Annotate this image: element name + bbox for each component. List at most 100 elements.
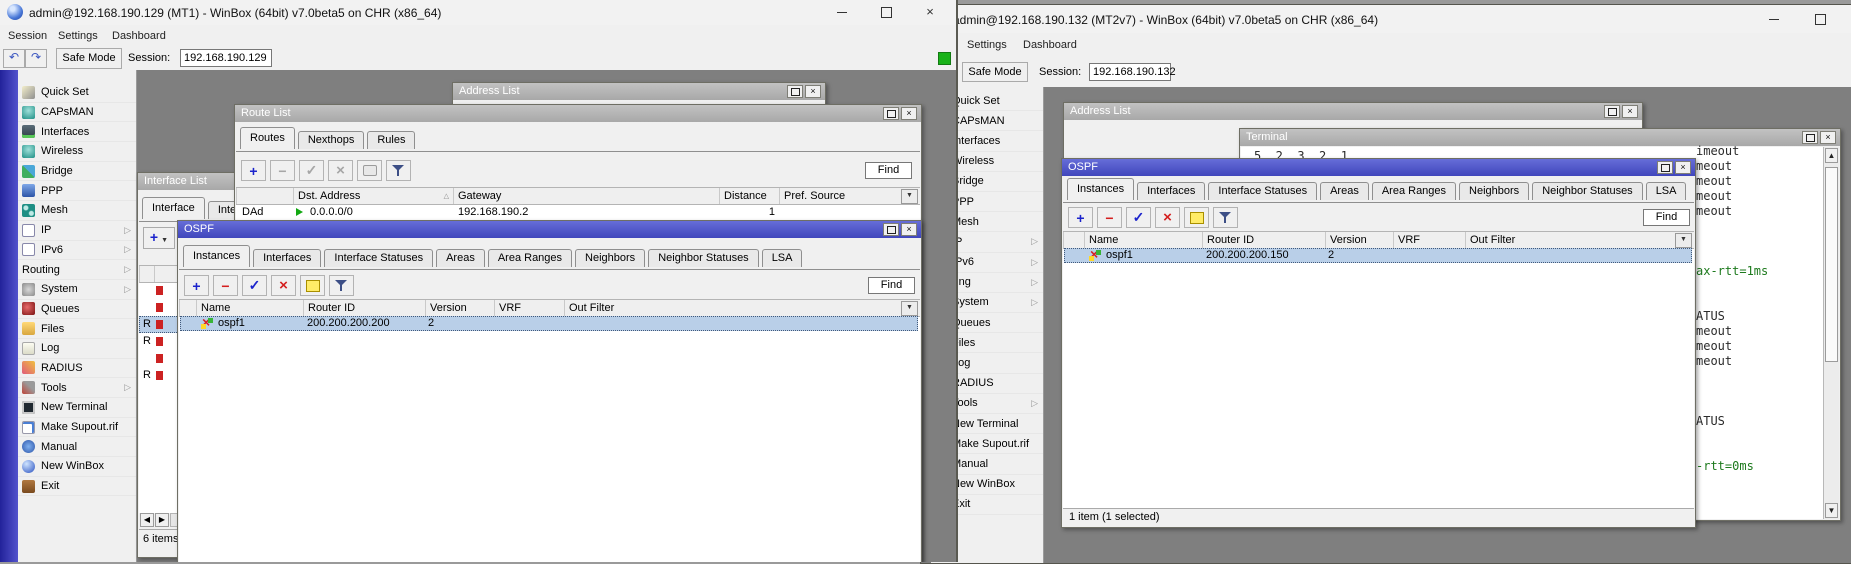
enable-button[interactable]: ✓	[242, 275, 267, 296]
disable-button[interactable]: ×	[1155, 207, 1180, 228]
column-version[interactable]: Version	[425, 300, 494, 316]
sidebar-item[interactable]: Bridge ▷	[18, 162, 136, 182]
window-titlebar[interactable]: Address List	[1064, 103, 1642, 120]
sidebar-item[interactable]: Quick Set ▷	[18, 83, 136, 103]
ospf-tab[interactable]: Interface Statuses	[1208, 182, 1318, 200]
column-flags[interactable]	[1063, 232, 1084, 248]
window-titlebar[interactable]: OSPF	[178, 221, 921, 238]
find-button[interactable]: Find	[868, 277, 915, 294]
sidebar-item[interactable]: RADIUS ▷	[18, 359, 136, 379]
window-titlebar[interactable]: OSPF	[1062, 159, 1695, 176]
ospf-tab[interactable]: Interfaces	[253, 249, 322, 267]
close-icon[interactable]: ×	[1622, 105, 1638, 118]
remove-button[interactable]: −	[213, 275, 238, 296]
filter-button[interactable]	[1213, 207, 1238, 228]
ospf-tab[interactable]: Neighbor Statuses	[1532, 182, 1643, 200]
add-dropdown-button[interactable]: + ▼	[143, 227, 175, 249]
column-gateway[interactable]: Gateway	[453, 188, 719, 204]
close-icon[interactable]: ×	[805, 85, 821, 98]
add-button[interactable]: +	[241, 160, 266, 181]
menu-dashboard[interactable]: Dashboard	[1023, 39, 1077, 51]
restore-button[interactable]	[1802, 131, 1818, 144]
sidebar-item[interactable]: Manual ▷	[18, 437, 136, 458]
column-out-filter[interactable]: Out Filter	[564, 300, 647, 316]
sidebar-item[interactable]: Exit ▷	[18, 477, 136, 497]
remove-button[interactable]: −	[270, 160, 295, 181]
sidebar-item[interactable]: Log ▷	[18, 339, 136, 359]
window-titlebar[interactable]: Address List	[453, 83, 825, 100]
sidebar-item[interactable]: IP ▷	[18, 221, 136, 241]
close-icon[interactable]: ×	[901, 107, 917, 120]
close-icon[interactable]: ×	[1820, 131, 1836, 144]
ospf-tab[interactable]: LSA	[1645, 182, 1687, 200]
titlebar[interactable]: admin@192.168.190.132 (MT2v7) - WinBox (…	[921, 5, 1851, 34]
close-icon[interactable]: ×	[1675, 161, 1691, 174]
filter-button[interactable]	[329, 275, 354, 296]
ospf-tab[interactable]: Areas	[1320, 182, 1369, 200]
column-router-id[interactable]: Router ID	[303, 300, 425, 316]
close-button[interactable]: ×	[913, 2, 947, 22]
ospf-tab[interactable]: Interface Statuses	[324, 249, 434, 267]
disable-button[interactable]: ×	[271, 275, 296, 296]
ospf-tab[interactable]: Neighbor Statuses	[648, 249, 759, 267]
find-button[interactable]: Find	[865, 162, 912, 179]
add-button[interactable]: +	[1068, 207, 1093, 228]
scroll-up-icon[interactable]: ▲	[1825, 148, 1838, 163]
column-vrf[interactable]: VRF	[1393, 232, 1465, 248]
close-icon[interactable]: ×	[901, 223, 917, 236]
restore-button[interactable]	[1657, 161, 1673, 174]
sidebar-item[interactable]: Interfaces ▷	[18, 122, 136, 143]
ospf-tab[interactable]: Neighbors	[575, 249, 646, 267]
table-row[interactable]: DAd 0.0.0.0/0 192.168.190.2 1	[236, 205, 920, 221]
enable-button[interactable]: ✓	[1126, 207, 1151, 228]
column-vrf[interactable]: VRF	[494, 300, 564, 316]
ospf-tab[interactable]: Neighbors	[1459, 182, 1530, 200]
session-input[interactable]: 192.168.190.132	[1089, 63, 1176, 81]
sidebar-item[interactable]: Routing ▷	[18, 260, 136, 280]
column-flags[interactable]	[179, 300, 196, 316]
restore-button[interactable]	[1604, 105, 1620, 118]
restore-button[interactable]	[883, 107, 899, 120]
sidebar-item[interactable]: Mesh ▷	[18, 201, 136, 221]
ospf-tab[interactable]: Instances	[1067, 178, 1135, 200]
menu-dashboard[interactable]: Dashboard	[112, 30, 166, 42]
scrollbar-thumb[interactable]	[1825, 167, 1838, 362]
minimize-button[interactable]	[825, 2, 859, 22]
sidebar-item[interactable]: New WinBox ▷	[18, 457, 136, 477]
sidebar-item[interactable]: Make Supout.rif ▷	[18, 418, 136, 438]
maximize-button[interactable]	[869, 2, 903, 22]
column-menu-icon[interactable]: ▼	[901, 301, 918, 316]
minimize-button[interactable]	[1757, 9, 1791, 29]
maximize-button[interactable]	[1803, 9, 1837, 29]
remove-button[interactable]: −	[1097, 207, 1122, 228]
column-name[interactable]: Name	[1084, 232, 1202, 248]
route-tab[interactable]: Routes	[240, 127, 295, 149]
table-row[interactable]: ospf1 200.200.200.200 2	[180, 314, 918, 331]
ospf-tab[interactable]: Instances	[183, 245, 251, 267]
column-pref-source[interactable]: Pref. Source	[779, 188, 899, 204]
redo-button[interactable]: ↷	[25, 49, 47, 68]
terminal-scrollbar[interactable]: ▲ ▼	[1823, 147, 1839, 519]
scroll-left-icon[interactable]: ◀	[140, 513, 154, 527]
enable-button[interactable]: ✓	[299, 160, 324, 181]
add-button[interactable]: +	[184, 275, 209, 296]
ospf-tab[interactable]: Interfaces	[1137, 182, 1206, 200]
sidebar-item[interactable]: New Terminal ▷	[18, 398, 136, 418]
restore-button[interactable]	[883, 223, 899, 236]
comment-button[interactable]	[1184, 207, 1209, 228]
column-version[interactable]: Version	[1325, 232, 1393, 248]
menu-settings[interactable]: Settings	[58, 30, 98, 42]
ospf-tab[interactable]: Area Ranges	[1371, 182, 1457, 200]
ospf-tab[interactable]: LSA	[761, 249, 803, 267]
column-out-filter[interactable]: Out Filter	[1465, 232, 1545, 248]
route-tab[interactable]: Nexthops	[297, 131, 365, 149]
session-input[interactable]: 192.168.190.129	[180, 49, 272, 67]
scroll-right-icon[interactable]: ▶	[155, 513, 169, 527]
route-tab[interactable]: Rules	[367, 131, 416, 149]
undo-button[interactable]: ↶	[3, 49, 25, 68]
column-flags[interactable]	[236, 188, 293, 204]
window-titlebar[interactable]: Route List	[235, 105, 921, 122]
menu-settings[interactable]: Settings	[967, 39, 1007, 51]
table-row[interactable]: ospf1 200.200.200.150 2	[1064, 246, 1692, 263]
column-menu-icon[interactable]: ▼	[1675, 233, 1692, 248]
